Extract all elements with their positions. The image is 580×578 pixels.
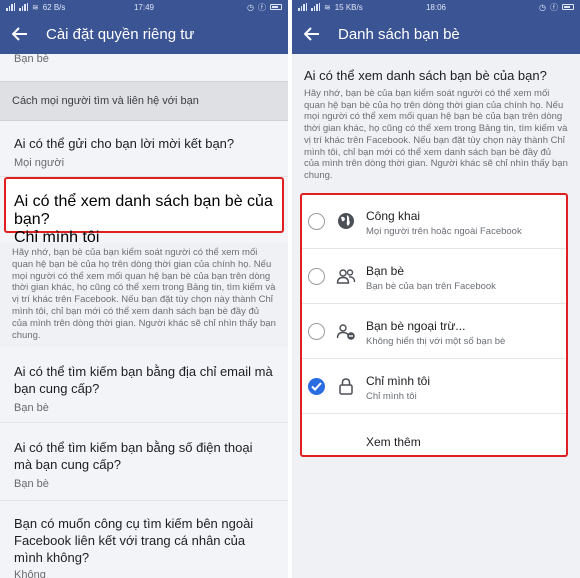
setting-value: Chỉ mình tôi bbox=[14, 229, 100, 246]
option-sublabel: Bạn bè của bạn trên Facebook bbox=[366, 281, 496, 292]
facebook-icon: ⓕ bbox=[550, 2, 558, 12]
back-arrow-icon[interactable] bbox=[304, 23, 326, 45]
setting-value: Bạn bè bbox=[14, 478, 49, 490]
setting-value: Không bbox=[14, 569, 46, 578]
privacy-settings-list: Bạn bè Cách mọi người tìm và liên hệ với… bbox=[0, 54, 288, 578]
setting-question: Ai có thể tìm kiếm bạn bằng địa chỉ emai… bbox=[14, 364, 273, 396]
setting-question: Ai có thể tìm kiếm bạn bằng số điện thoạ… bbox=[14, 440, 253, 472]
section-header: Cách mọi người tìm và liên hệ với bạn bbox=[0, 81, 288, 121]
option-friends-except[interactable]: Bạn bè ngoại trừ... Không hiển thị với m… bbox=[302, 305, 566, 359]
radio-button-checked[interactable] bbox=[308, 378, 325, 395]
radio-button[interactable] bbox=[308, 268, 325, 285]
radio-button[interactable] bbox=[308, 323, 325, 340]
battery-icon bbox=[562, 4, 574, 10]
option-sublabel: Không hiển thị với một số bạn bè bbox=[366, 336, 506, 347]
friends-icon bbox=[336, 269, 356, 284]
signal-icon bbox=[298, 3, 307, 11]
status-bar: ≋ 62 B/s 17:49 ◷ ⓕ bbox=[0, 0, 288, 14]
setting-phone-lookup[interactable]: Ai có thể tìm kiếm bạn bằng số điện thoạ… bbox=[0, 423, 288, 501]
option-only-me[interactable]: Chỉ mình tôi Chỉ mình tôi bbox=[302, 360, 566, 414]
network-speed: 62 B/s bbox=[42, 2, 66, 12]
page-title: Danh sách bạn bè bbox=[338, 25, 460, 43]
option-label: Chỉ mình tôi bbox=[366, 374, 431, 388]
wifi-icon: ≋ bbox=[32, 2, 39, 12]
clock: 18:06 bbox=[425, 2, 447, 12]
friends-except-icon bbox=[336, 324, 355, 340]
page-title: Cài đặt quyền riêng tư bbox=[46, 25, 195, 43]
facebook-icon: ⓕ bbox=[258, 2, 266, 12]
lock-icon bbox=[339, 378, 353, 395]
setting-value: Mọi người bbox=[14, 157, 65, 169]
option-friends[interactable]: Bạn bè Bạn bè của bạn trên Facebook bbox=[302, 250, 566, 304]
signal-icon bbox=[311, 3, 320, 11]
wifi-icon: ≋ bbox=[324, 2, 331, 12]
setting-friend-requests[interactable]: Ai có thể gửi cho bạn lời mời kết bạn? M… bbox=[0, 121, 288, 177]
audience-options: Công khai Mọi người trên hoặc ngoài Face… bbox=[300, 193, 568, 457]
network-speed: 15 KB/s bbox=[334, 2, 363, 12]
option-label: Bạn bè bbox=[366, 264, 405, 278]
option-label: Công khai bbox=[366, 209, 421, 223]
list-item-partial[interactable]: Bạn bè bbox=[0, 54, 288, 68]
battery-icon bbox=[270, 4, 282, 10]
setting-question: Ai có thể xem danh sách bạn bè của bạn? bbox=[14, 193, 273, 228]
option-sublabel: Mọi người trên hoặc ngoài Facebook bbox=[366, 226, 522, 237]
app-bar: Cài đặt quyền riêng tư bbox=[0, 14, 288, 54]
alarm-icon: ◷ bbox=[247, 2, 254, 12]
status-bar: ≋ 15 KB/s 18:06 ◷ ⓕ bbox=[292, 0, 580, 14]
globe-icon bbox=[338, 213, 354, 229]
setting-question: Ai có thể gửi cho bạn lời mời kết bạn? bbox=[14, 136, 235, 151]
back-arrow-icon[interactable] bbox=[12, 23, 34, 45]
radio-button[interactable] bbox=[308, 213, 325, 230]
setting-value: Bạn bè bbox=[14, 402, 49, 414]
signal-icon bbox=[19, 3, 28, 11]
checkmark-icon bbox=[311, 382, 322, 391]
setting-value: Bạn bè bbox=[14, 53, 49, 65]
option-sublabel: Chỉ mình tôi bbox=[366, 391, 417, 402]
left-screen: ≋ 62 B/s 17:49 ◷ ⓕ Cài đặt quyền riêng t… bbox=[0, 0, 288, 578]
setting-question: Bạn có muốn công cụ tìm kiếm bên ngoài F… bbox=[14, 516, 254, 565]
app-bar: Danh sách bạn bè bbox=[292, 14, 580, 54]
friends-list-settings: Ai có thể xem danh sách bạn bè của bạn? … bbox=[292, 54, 580, 182]
option-public[interactable]: Công khai Mọi người trên hoặc ngoài Face… bbox=[302, 195, 566, 249]
setting-search-engines[interactable]: Bạn có muốn công cụ tìm kiếm bên ngoài F… bbox=[0, 501, 288, 578]
highlight-wrapper: Ai có thể xem danh sách bạn bè của bạn? … bbox=[0, 177, 288, 246]
right-screen: ≋ 15 KB/s 18:06 ◷ ⓕ Danh sách bạn bè Ai … bbox=[292, 0, 580, 578]
clock: 17:49 bbox=[133, 2, 155, 12]
alarm-icon: ◷ bbox=[539, 2, 546, 12]
setting-friends-list[interactable]: Ai có thể xem danh sách bạn bè của bạn? … bbox=[4, 177, 284, 246]
settings-description: Hãy nhớ, bạn bè của bạn kiểm soát người … bbox=[304, 88, 568, 181]
signal-icon bbox=[6, 3, 15, 11]
setting-email-lookup[interactable]: Ai có thể tìm kiếm bạn bằng địa chỉ emai… bbox=[0, 347, 288, 423]
friends-list-note: Hãy nhớ, bạn bè của bạn kiểm soát người … bbox=[0, 239, 288, 347]
spacer bbox=[0, 68, 288, 81]
settings-heading: Ai có thể xem danh sách bạn bè của bạn? bbox=[304, 68, 547, 83]
option-label: Bạn bè ngoại trừ... bbox=[366, 319, 466, 333]
see-more-button[interactable]: Xem thêm bbox=[366, 435, 421, 449]
